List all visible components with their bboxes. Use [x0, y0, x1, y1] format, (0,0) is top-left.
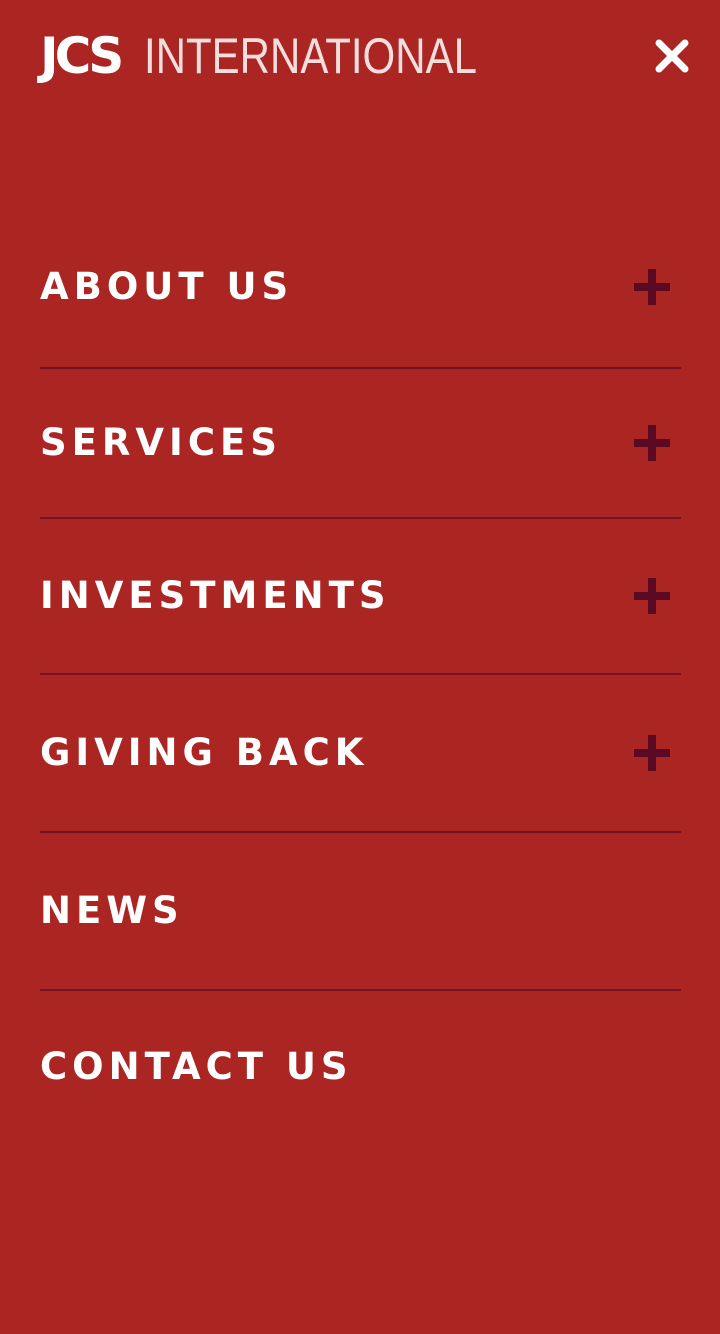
plus-icon[interactable]: [632, 267, 672, 307]
menu-item-investments[interactable]: INVESTMENTS: [40, 519, 681, 675]
plus-icon[interactable]: [632, 423, 672, 463]
main-menu: ABOUT US SERVICES INVESTMENTS GIVING BAC…: [40, 207, 681, 1143]
menu-item-about-us[interactable]: ABOUT US: [40, 207, 681, 369]
logo[interactable]: JCS INTERNATIONAL: [40, 26, 541, 86]
logo-mark: JCS: [40, 27, 124, 85]
menu-item-label: CONTACT US: [40, 1045, 353, 1088]
menu-item-label: SERVICES: [40, 421, 282, 464]
close-icon: [655, 39, 689, 73]
menu-item-label: ABOUT US: [40, 265, 294, 308]
menu-item-label: GIVING BACK: [40, 731, 369, 774]
logo-wordmark: INTERNATIONAL: [144, 28, 478, 84]
header: JCS INTERNATIONAL: [0, 0, 720, 120]
close-menu-button[interactable]: [648, 32, 696, 80]
plus-icon[interactable]: [632, 576, 672, 616]
menu-item-giving-back[interactable]: GIVING BACK: [40, 675, 681, 833]
menu-item-news[interactable]: NEWS: [40, 833, 681, 991]
plus-icon[interactable]: [632, 733, 672, 773]
menu-item-contact-us[interactable]: CONTACT US: [40, 991, 681, 1143]
menu-item-label: NEWS: [40, 889, 184, 932]
menu-item-label: INVESTMENTS: [40, 574, 391, 617]
menu-item-services[interactable]: SERVICES: [40, 369, 681, 519]
